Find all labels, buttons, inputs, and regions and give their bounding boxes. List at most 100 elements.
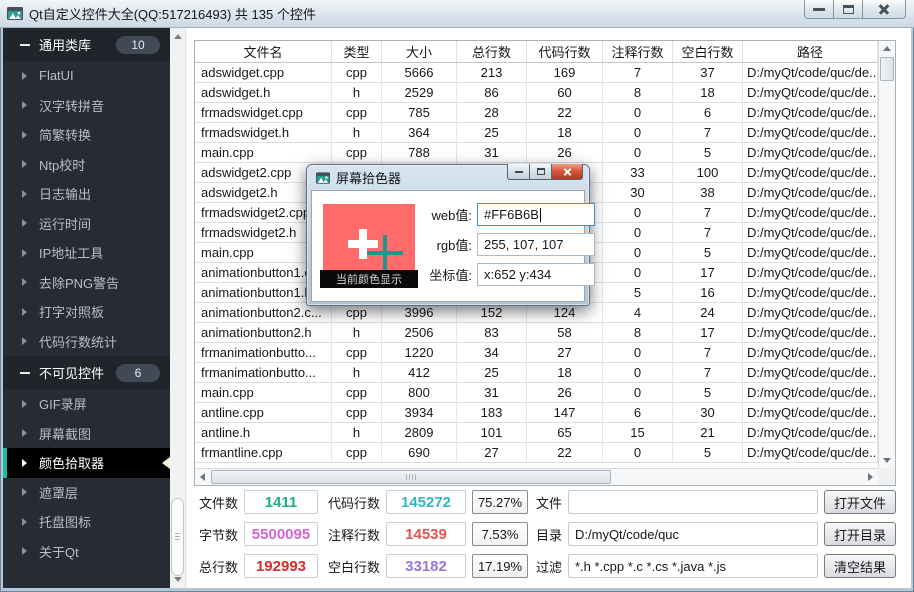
dialog-maximize-button[interactable]	[529, 164, 552, 180]
cell-filename: adswidget.h	[195, 83, 332, 102]
sidebar-item[interactable]: 简繁转换	[3, 120, 170, 150]
sidebar-item-label: Ntp校时	[39, 155, 85, 174]
table-row[interactable]: adswidget.cppcpp5666213169737D:/myQt/cod…	[195, 63, 895, 83]
maximize-button[interactable]	[833, 0, 863, 19]
cell-filename: antline.cpp	[195, 403, 332, 422]
sidebar-item[interactable]: 去除PNG警告	[3, 268, 170, 298]
table-row[interactable]: antline.hh2809101651521D:/myQt/code/quc/…	[195, 423, 895, 443]
table-horizontal-scrollbar[interactable]	[195, 468, 878, 485]
column-header-blank-lines[interactable]: 空白行数	[673, 41, 743, 62]
table-row[interactable]: frmanimationbutto...cpp1220342707D:/myQt…	[195, 343, 895, 363]
table-row[interactable]: frmanimationbutto...h412251807D:/myQt/co…	[195, 363, 895, 383]
table-row[interactable]: antline.cppcpp3934183147630D:/myQt/code/…	[195, 403, 895, 423]
coordinate-value-input[interactable]: x:652 y:434	[477, 263, 595, 286]
coordinate-value-label: 坐标值:	[420, 265, 472, 284]
dialog-window-controls	[508, 164, 583, 180]
sidebar-item[interactable]: 颜色拾取器	[3, 448, 170, 478]
collapse-minus-icon	[20, 44, 30, 46]
column-header-code-lines[interactable]: 代码行数	[527, 41, 603, 62]
minimize-button[interactable]	[804, 0, 834, 19]
table-row[interactable]: frmantline.cppcpp690272205D:/myQt/code/q…	[195, 443, 895, 463]
sidebar-item[interactable]: GIF录屏	[3, 389, 170, 419]
column-header-path[interactable]: 路径	[743, 41, 878, 62]
rgb-value-input[interactable]: 255, 107, 107	[477, 233, 595, 256]
cell-code-lines: 58	[527, 323, 603, 342]
cell-total-lines: 83	[457, 323, 527, 342]
sidebar-item-label: 关于Qt	[39, 542, 79, 561]
table-row[interactable]: adswidget.hh25298660818D:/myQt/code/quc/…	[195, 83, 895, 103]
cell-blank-lines: 6	[673, 103, 743, 122]
cell-filename: frmantline.cpp	[195, 443, 332, 462]
chevron-right-icon	[22, 249, 27, 257]
column-header-total-lines[interactable]: 总行数	[457, 41, 527, 62]
open-file-button[interactable]: 打开文件	[824, 490, 896, 514]
cell-total-lines: 34	[457, 343, 527, 362]
table-row[interactable]: frmadswidget.cppcpp785282206D:/myQt/code…	[195, 103, 895, 123]
column-header-type[interactable]: 类型	[332, 41, 382, 62]
web-value-input[interactable]: #FF6B6B	[477, 203, 595, 226]
scroll-right-icon[interactable]	[868, 473, 873, 481]
sidebar-item[interactable]: 遮罩层	[3, 478, 170, 508]
sidebar-group-header[interactable]: 不可见控件6	[3, 356, 170, 389]
vertical-scrollbar-thumb[interactable]	[880, 57, 894, 81]
table-row[interactable]: animationbutton2.c...cpp3996152124424D:/…	[195, 303, 895, 323]
sidebar-group-header[interactable]: 通用类库10	[3, 28, 170, 61]
stats-row: 总行数192993空白行数3318217.19%过滤*.h *.cpp *.c …	[194, 554, 896, 578]
sidebar-item[interactable]: FlatUI	[3, 61, 170, 91]
cell-path: D:/myQt/code/quc/de..	[743, 423, 878, 442]
table-row[interactable]: main.cppcpp788312605D:/myQt/code/quc/de.…	[195, 143, 895, 163]
dialog-minimize-button[interactable]	[507, 164, 530, 180]
dialog-titlebar: 屏幕拾色器	[311, 165, 585, 190]
sidebar-item[interactable]: 运行时间	[3, 209, 170, 239]
column-header-size[interactable]: 大小	[382, 41, 457, 62]
cell-code-lines: 26	[527, 143, 603, 162]
cell-size: 412	[382, 363, 457, 382]
sidebar-item[interactable]: Ntp校时	[3, 150, 170, 180]
table-vertical-scrollbar[interactable]	[878, 41, 895, 468]
cell-type: cpp	[332, 103, 382, 122]
table-row[interactable]: animationbutton2.hh25068358817D:/myQt/co…	[195, 323, 895, 343]
cell-total-lines: 25	[457, 363, 527, 382]
sidebar-scrollbar[interactable]	[170, 28, 186, 588]
sidebar-item[interactable]: 屏幕截图	[3, 419, 170, 449]
scroll-down-icon[interactable]	[174, 577, 182, 582]
clear-results-button[interactable]: 清空结果	[824, 554, 896, 578]
cell-total-lines: 213	[457, 63, 527, 82]
horizontal-scrollbar-thumb[interactable]	[211, 470, 611, 484]
cell-size: 788	[382, 143, 457, 162]
table-row[interactable]: frmadswidget.hh364251807D:/myQt/code/quc…	[195, 123, 895, 143]
sidebar-item[interactable]: 打字对照板	[3, 297, 170, 327]
scroll-down-icon[interactable]	[883, 458, 891, 463]
sidebar-item[interactable]: 汉字转拼音	[3, 91, 170, 121]
cell-blank-lines: 7	[673, 363, 743, 382]
cell-blank-lines: 7	[673, 343, 743, 362]
cell-total-lines: 25	[457, 123, 527, 142]
window-controls	[805, 0, 906, 19]
sidebar-item-label: 日志输出	[39, 184, 91, 203]
dialog-close-button[interactable]	[551, 164, 583, 180]
text-field-file[interactable]	[568, 490, 818, 514]
sidebar-item[interactable]: IP地址工具	[3, 238, 170, 268]
scroll-up-icon[interactable]	[883, 46, 891, 51]
text-field-directory[interactable]: D:/myQt/code/quc	[568, 522, 818, 546]
column-header-filename[interactable]: 文件名	[195, 41, 332, 62]
sidebar-item[interactable]: 代码行数统计	[3, 327, 170, 357]
collapse-minus-icon	[20, 372, 30, 374]
open-directory-button[interactable]: 打开目录	[824, 522, 896, 546]
text-field-filter[interactable]: *.h *.cpp *.c *.cs *.java *.js	[568, 554, 818, 578]
cell-blank-lines: 5	[673, 243, 743, 262]
sidebar-item[interactable]: 日志输出	[3, 179, 170, 209]
close-button[interactable]	[862, 0, 906, 19]
scroll-left-icon[interactable]	[200, 473, 205, 481]
cell-comment-lines: 15	[603, 423, 673, 442]
cell-comment-lines: 0	[603, 343, 673, 362]
sidebar-scrollbar-thumb[interactable]	[171, 498, 184, 576]
sidebar-item[interactable]: 关于Qt	[3, 537, 170, 567]
table-row[interactable]: main.cppcpp800312605D:/myQt/code/quc/de.…	[195, 383, 895, 403]
column-header-comment-lines[interactable]: 注释行数	[603, 41, 673, 62]
sidebar-item[interactable]: 托盘图标	[3, 507, 170, 537]
dialog-field-row: 坐标值: x:652 y:434	[420, 263, 595, 286]
scroll-up-icon[interactable]	[174, 34, 182, 39]
stat-value: 5500095	[244, 522, 318, 546]
dialog-field-row: rgb值:255, 107, 107	[420, 233, 595, 256]
